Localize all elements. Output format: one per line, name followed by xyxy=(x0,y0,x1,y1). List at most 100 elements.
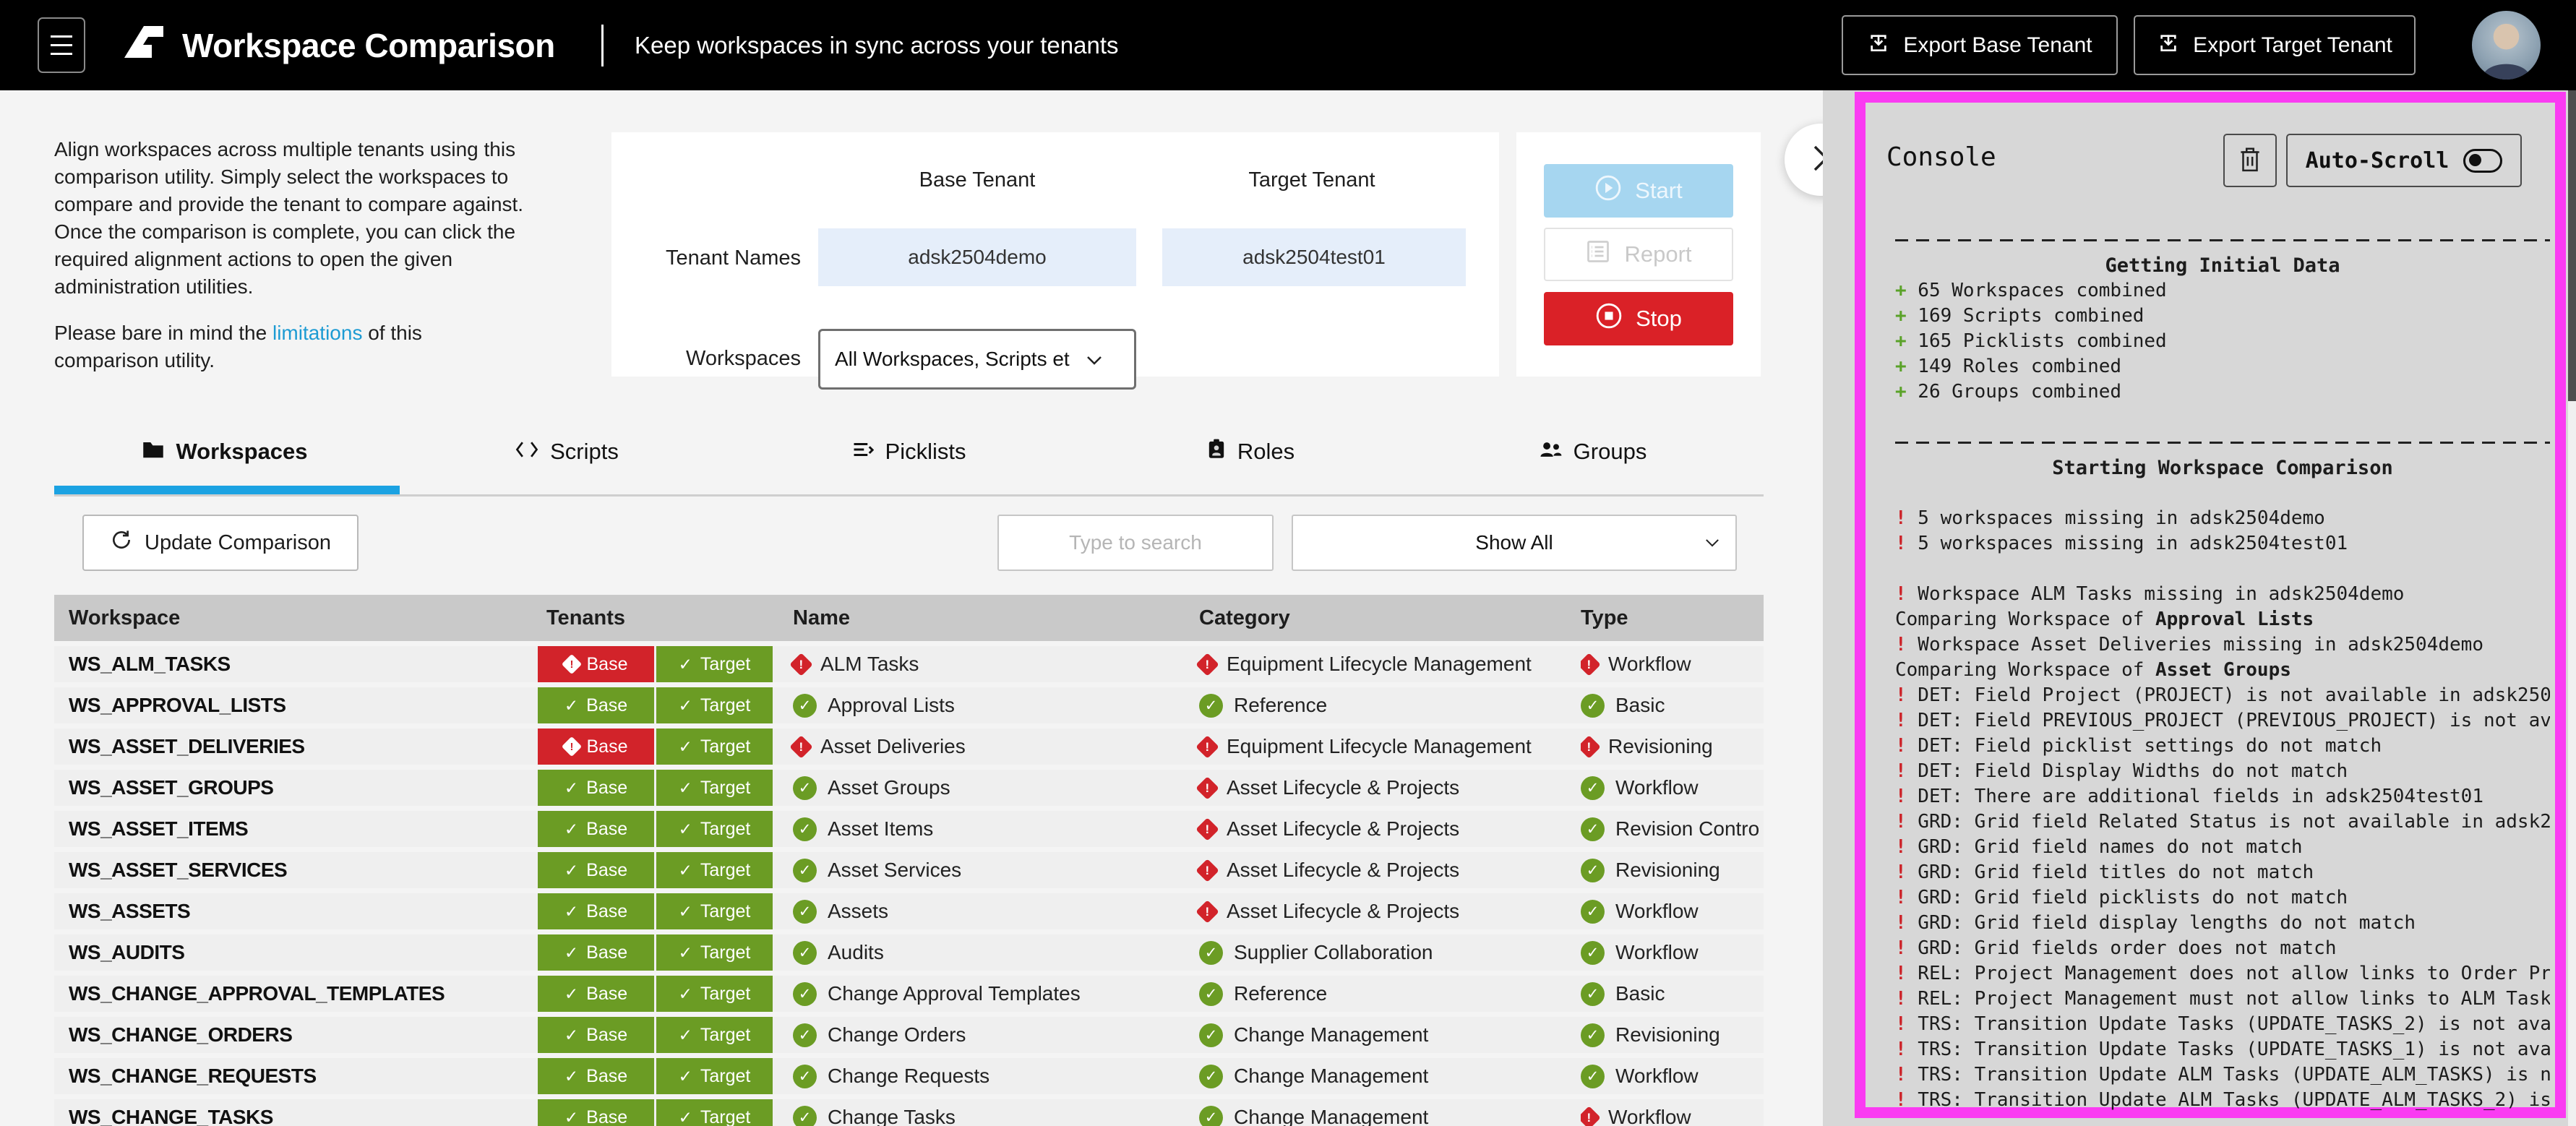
column-header-category: Category xyxy=(1199,595,1290,641)
workspace-id: WS_ASSETS xyxy=(69,893,190,929)
category-cell: ✓Reference xyxy=(1199,687,1327,723)
workspace-id: WS_ASSET_ITEMS xyxy=(69,811,248,847)
warning-prefix: ! xyxy=(1895,760,1907,782)
report-button[interactable]: Report xyxy=(1544,228,1733,281)
scrollbar-thumb[interactable] xyxy=(2568,90,2576,401)
console-log-line: Comparing Workspace of Asset Groups xyxy=(1895,658,2550,683)
start-button[interactable]: Start xyxy=(1544,164,1733,218)
console-log-line: ! REL: Project Management must not allow… xyxy=(1895,987,2550,1012)
target-tenant-badge: ✓Target xyxy=(656,646,773,682)
update-comparison-button[interactable]: Update Comparison xyxy=(82,515,359,571)
console-log[interactable]: Getting Initial Data+ 65 Workspaces comb… xyxy=(1895,228,2550,1113)
warning-prefix: ! xyxy=(1895,1039,1907,1060)
table-row[interactable]: WS_ASSET_GROUPS✓Base✓Target✓Asset Groups… xyxy=(54,770,1764,806)
tab-roles[interactable]: Roles xyxy=(1080,428,1422,476)
ok-check-icon: ✓ xyxy=(1581,900,1605,924)
autoscroll-toggle-button[interactable]: Auto-Scroll xyxy=(2286,134,2522,187)
tab-picklists[interactable]: Picklists xyxy=(738,428,1080,476)
warning-diamond-icon: ! xyxy=(561,654,581,674)
plus-prefix: + xyxy=(1895,305,1907,327)
warning-diamond-icon: ! xyxy=(1195,817,1219,841)
check-icon: ✓ xyxy=(564,696,578,715)
category-cell: !Asset Lifecycle & Projects xyxy=(1199,811,1459,847)
scrollbar[interactable] xyxy=(2568,90,2576,1126)
clear-console-button[interactable] xyxy=(2223,134,2277,187)
console-log-line: ! 5 workspaces missing in adsk2504demo xyxy=(1895,506,2550,531)
warning-diamond-icon: ! xyxy=(1581,1106,1601,1126)
ok-check-icon: ✓ xyxy=(1581,694,1605,718)
type-cell: ✓Basic xyxy=(1581,687,1763,723)
check-icon: ✓ xyxy=(564,1026,578,1045)
workspace-id: WS_CHANGE_TASKS xyxy=(69,1099,273,1126)
log-separator xyxy=(1895,239,2550,241)
ok-check-icon: ✓ xyxy=(793,817,817,841)
table-row[interactable]: WS_APPROVAL_LISTS✓Base✓Target✓Approval L… xyxy=(54,687,1764,723)
table-row[interactable]: WS_ASSET_ITEMS✓Base✓Target✓Asset Items!A… xyxy=(54,811,1764,847)
warning-diamond-icon: ! xyxy=(789,653,813,676)
intro-paragraph-1: Align workspaces across multiple tenants… xyxy=(54,136,528,301)
search-input[interactable] xyxy=(997,515,1274,571)
chevron-down-icon xyxy=(1705,538,1720,548)
filter-select[interactable]: Show All xyxy=(1292,515,1737,571)
console-log-line: + 169 Scripts combined xyxy=(1895,304,2550,329)
table-row[interactable]: WS_ASSETS✓Base✓Target✓Assets!Asset Lifec… xyxy=(54,893,1764,929)
warning-prefix: ! xyxy=(1895,1089,1907,1111)
table-row[interactable]: WS_AUDITS✓Base✓Target✓Audits✓Supplier Co… xyxy=(54,934,1764,971)
stop-button[interactable]: Stop xyxy=(1544,292,1733,345)
warning-diamond-icon: ! xyxy=(1581,653,1601,676)
console-log-line: ! GRD: Grid field display lengths do not… xyxy=(1895,911,2550,936)
report-list-icon xyxy=(1585,238,1611,270)
tab-scripts[interactable]: Scripts xyxy=(396,428,738,476)
check-icon: ✓ xyxy=(564,943,578,963)
tab-workspaces[interactable]: Workspaces xyxy=(54,428,396,476)
console-log-line: ! GRD: Grid field titles do not match xyxy=(1895,860,2550,885)
workspace-id: WS_ALM_TASKS xyxy=(69,646,231,682)
active-tab-indicator xyxy=(54,486,400,494)
table-row[interactable]: WS_CHANGE_APPROVAL_TEMPLATES✓Base✓Target… xyxy=(54,976,1764,1012)
console-log-line: ! TRS: Transition Update Tasks (UPDATE_T… xyxy=(1895,1037,2550,1062)
check-icon: ✓ xyxy=(679,1108,692,1126)
check-icon: ✓ xyxy=(679,902,692,921)
console-log-line: ! DET: Field Display Widths do not match xyxy=(1895,759,2550,784)
check-icon: ✓ xyxy=(679,1026,692,1045)
download-icon xyxy=(1867,31,1890,60)
export-base-tenant-button[interactable]: Export Base Tenant xyxy=(1842,15,2118,75)
table-row[interactable]: WS_CHANGE_REQUESTS✓Base✓Target✓Change Re… xyxy=(54,1058,1764,1094)
user-avatar[interactable] xyxy=(2472,11,2541,79)
tab-groups[interactable]: Groups xyxy=(1422,428,1764,476)
workspaces-select[interactable]: All Workspaces, Scripts et xyxy=(818,329,1136,390)
category-cell: ✓Change Management xyxy=(1199,1099,1428,1126)
category-cell: !Asset Lifecycle & Projects xyxy=(1199,893,1459,929)
ok-check-icon: ✓ xyxy=(793,859,817,882)
column-header-name: Name xyxy=(793,595,850,641)
intro-text: Align workspaces across multiple tenants… xyxy=(54,136,528,374)
check-icon: ✓ xyxy=(564,1067,578,1086)
warning-prefix: ! xyxy=(1895,836,1907,858)
console-log-line: ! DET: There are additional fields in ad… xyxy=(1895,784,2550,809)
target-tenant-badge: ✓Target xyxy=(656,1099,773,1126)
console-log-line: + 26 Groups combined xyxy=(1895,379,2550,405)
export-target-tenant-button[interactable]: Export Target Tenant xyxy=(2134,15,2416,75)
table-row[interactable]: WS_CHANGE_TASKS✓Base✓Target✓Change Tasks… xyxy=(54,1099,1764,1126)
workspace-id: WS_CHANGE_APPROVAL_TEMPLATES xyxy=(69,976,445,1012)
warning-prefix: ! xyxy=(1895,786,1907,807)
console-panel: Console Auto-Scroll Getting Initial Data… xyxy=(1823,90,2568,1126)
ok-check-icon: ✓ xyxy=(793,982,817,1006)
type-cell: ✓Revision Contro xyxy=(1581,811,1763,847)
table-row[interactable]: WS_CHANGE_ORDERS✓Base✓Target✓Change Orde… xyxy=(54,1017,1764,1053)
tab-label: Workspaces xyxy=(176,439,307,465)
console-log-line: ! Workspace Asset Deliveries missing in … xyxy=(1895,632,2550,658)
console-log-line: ! GRD: Grid fields order does not match xyxy=(1895,936,2550,961)
table-row[interactable]: WS_ASSET_SERVICES✓Base✓Target✓Asset Serv… xyxy=(54,852,1764,888)
table-row[interactable]: WS_ALM_TASKS!Base✓Target!ALM Tasks!Equip… xyxy=(54,646,1764,682)
log-separator xyxy=(1895,442,2550,444)
warning-prefix: ! xyxy=(1895,684,1907,706)
table-row[interactable]: WS_ASSET_DELIVERIES!Base✓Target!Asset De… xyxy=(54,729,1764,765)
limitations-link[interactable]: limitations xyxy=(272,322,362,344)
check-icon: ✓ xyxy=(679,820,692,839)
base-tenant-badge: ✓Base xyxy=(538,1058,654,1094)
check-icon: ✓ xyxy=(679,984,692,1004)
tenant-names-label: Tenant Names xyxy=(620,246,801,270)
tabs: Workspaces ScriptsPicklistsRolesGroups xyxy=(54,428,1764,476)
hamburger-menu-button[interactable] xyxy=(38,17,85,73)
